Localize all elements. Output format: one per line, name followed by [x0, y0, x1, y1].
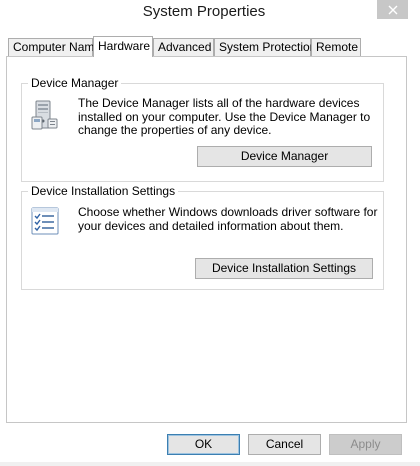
ok-button[interactable]: OK	[167, 434, 240, 455]
device-installation-settings-button[interactable]: Device Installation Settings	[195, 258, 373, 279]
device-manager-button[interactable]: Device Manager	[197, 146, 372, 167]
device-installation-group: Device Installation Settings Choose whet…	[21, 184, 384, 290]
bottom-edge	[0, 462, 420, 466]
tab-remote[interactable]: Remote	[311, 38, 361, 56]
apply-button[interactable]: Apply	[329, 434, 402, 455]
system-properties-window: System Properties Computer Name Hardware…	[0, 0, 420, 466]
title-bar: System Properties	[0, 0, 420, 28]
computer-device-icon	[30, 99, 60, 134]
device-manager-description: The Device Manager lists all of the hard…	[78, 96, 371, 137]
close-icon	[388, 5, 397, 14]
cancel-button[interactable]: Cancel	[248, 434, 321, 455]
tab-strip: Computer Name Hardware Advanced System P…	[0, 36, 420, 57]
checklist-icon	[30, 206, 60, 239]
tab-hardware[interactable]: Hardware	[93, 36, 153, 57]
hardware-tab-panel: Device Manager The Device Manager lists …	[6, 56, 407, 423]
device-installation-description: Choose whether Windows downloads driver …	[78, 205, 378, 233]
close-button[interactable]	[377, 0, 408, 19]
tab-computer-name[interactable]: Computer Name	[8, 38, 101, 56]
device-installation-group-title: Device Installation Settings	[28, 184, 179, 198]
tab-advanced[interactable]: Advanced	[153, 38, 214, 56]
device-manager-group: Device Manager The Device Manager lists …	[21, 76, 384, 182]
window-title: System Properties	[142, 3, 266, 20]
tab-system-protection[interactable]: System Protection	[214, 38, 316, 56]
device-manager-group-title: Device Manager	[28, 76, 122, 90]
